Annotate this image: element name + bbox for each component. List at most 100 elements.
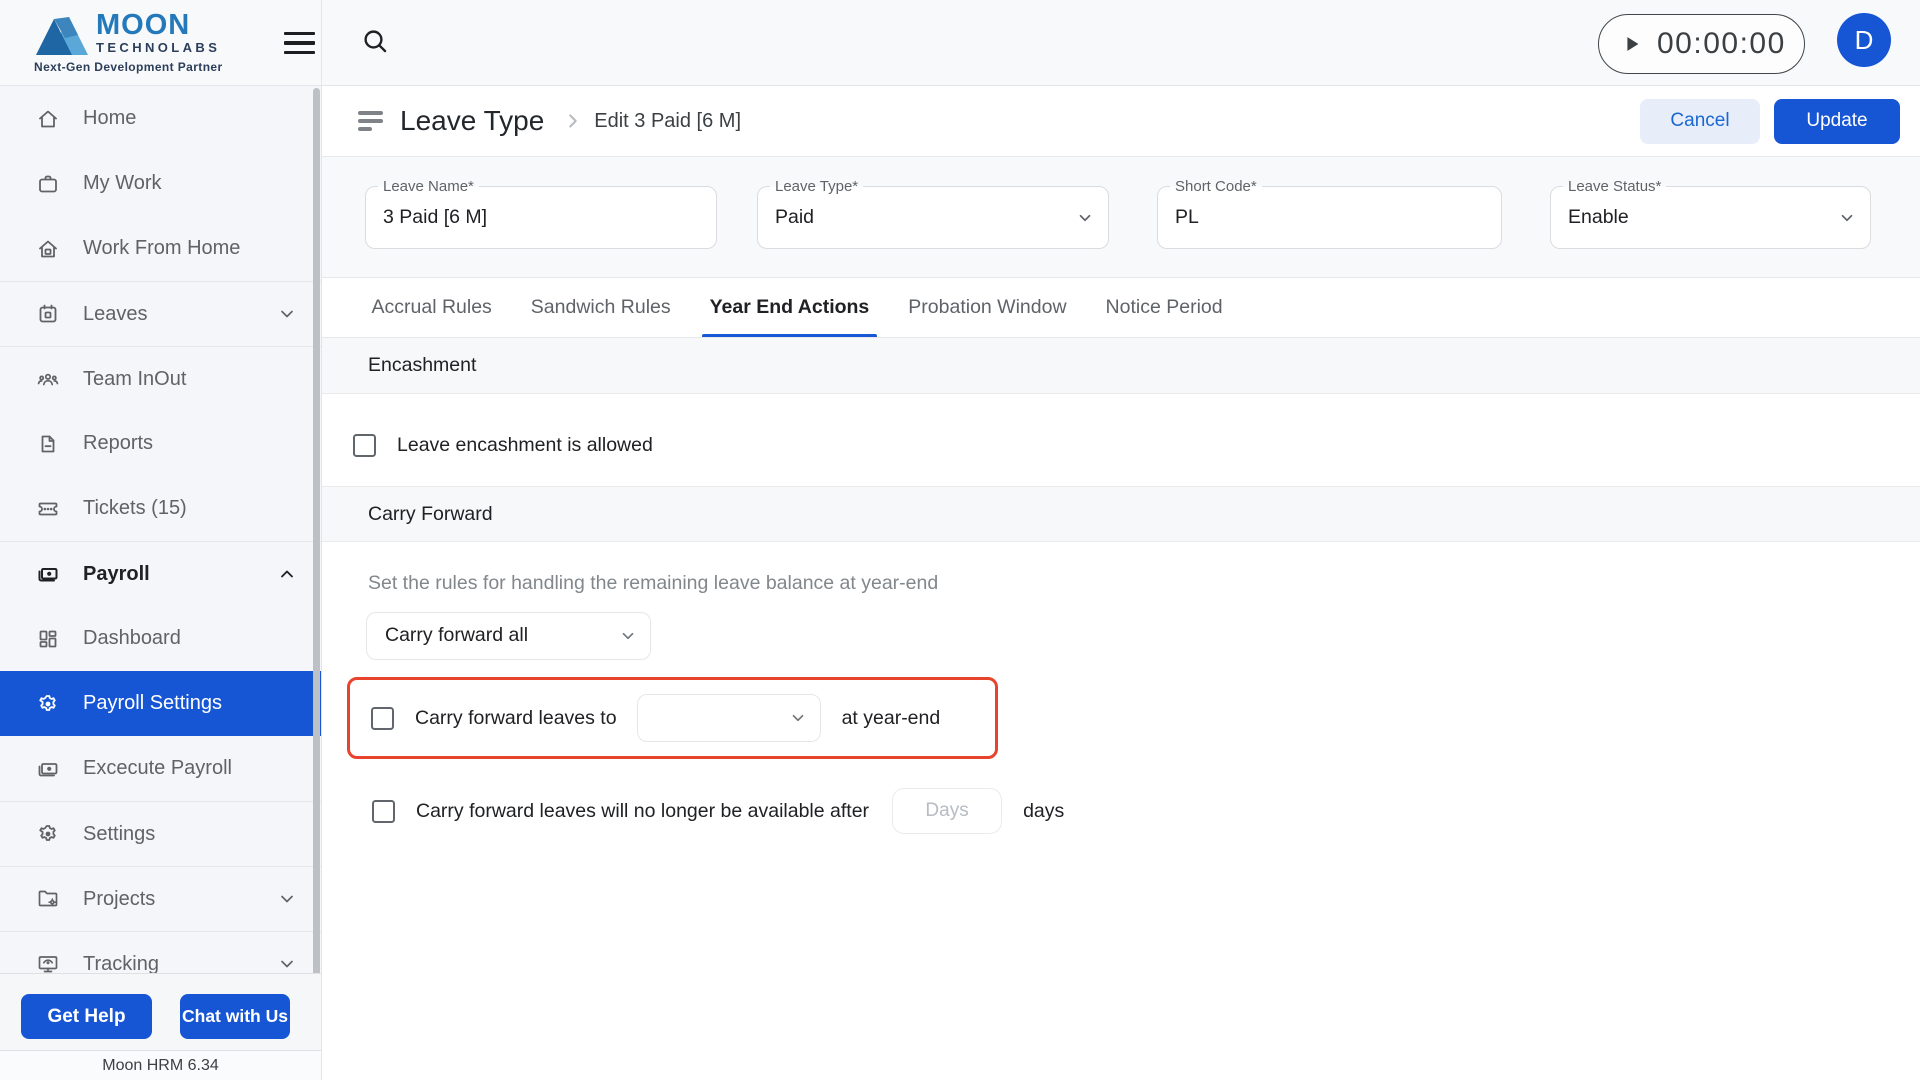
encashment-section-heading: Encashment	[322, 338, 1920, 394]
sidebar-item-home[interactable]: Home	[0, 86, 321, 151]
chevron-down-icon	[277, 889, 297, 909]
cancel-button[interactable]: Cancel	[1640, 98, 1760, 144]
sidebar-item-label: Work From Home	[83, 237, 241, 259]
carry-forward-mode-select[interactable]: Carry forward all	[366, 612, 651, 660]
sidebar-scrollbar[interactable]	[313, 88, 320, 980]
sidebar-item-label: Leaves	[83, 302, 148, 325]
carry-forward-section-heading: Carry Forward	[322, 486, 1920, 542]
sidebar-item-my-work[interactable]: My Work	[0, 151, 321, 216]
sidebar-item-label: My Work	[83, 172, 162, 194]
hamburger-menu-icon[interactable]	[284, 32, 315, 54]
timer-widget[interactable]: 00:00:00	[1598, 14, 1805, 74]
top-bar: MOON TECHNOLABS Next-Gen Development Par…	[0, 0, 1920, 86]
tab-sandwich-rules[interactable]: Sandwich Rules	[511, 278, 690, 337]
app-version: Moon HRM 6.34	[0, 1050, 321, 1080]
chevron-down-icon	[277, 304, 297, 324]
logo-mountain-icon	[34, 7, 90, 57]
get-help-button[interactable]: Get Help	[21, 994, 152, 1039]
sidebar-item-leaves[interactable]: Leaves	[0, 281, 321, 346]
gear-icon	[36, 822, 60, 846]
leave-form-band: Leave Name* 3 Paid [6 M] Leave Type* Pai…	[322, 157, 1920, 278]
leave-type-select[interactable]: Leave Type* Paid	[757, 178, 1109, 249]
carry-forward-to-highlight-box: Carry forward leaves to at year-end	[347, 677, 998, 759]
home-icon	[36, 107, 60, 131]
calendar-icon	[36, 302, 60, 326]
sidebar-item-projects[interactable]: Projects	[0, 866, 321, 931]
sidebar-item-team-inout[interactable]: Team InOut	[0, 346, 321, 411]
chevron-down-icon	[1838, 209, 1856, 227]
encashment-allowed-row: Leave encashment is allowed	[353, 434, 653, 457]
leave-type-value: Paid	[775, 206, 815, 228]
brand-tagline: Next-Gen Development Partner	[34, 60, 223, 74]
breadcrumb-chevron-icon	[562, 110, 584, 132]
dashboard-icon	[36, 627, 60, 651]
page-header: Leave Type Edit 3 Paid [6 M] Cancel Upda…	[322, 86, 1920, 157]
sidebar-item-label: Payroll Settings	[83, 692, 222, 714]
sidebar-item-label: Tickets (15)	[83, 497, 187, 519]
chevron-down-icon	[1076, 209, 1094, 227]
leave-type-tabs: Accrual Rules Sandwich Rules Year End Ac…	[322, 278, 1920, 338]
main-content: Leave Type Edit 3 Paid [6 M] Cancel Upda…	[322, 86, 1920, 1080]
carry-forward-to-select[interactable]	[636, 694, 821, 742]
report-icon	[36, 432, 60, 456]
days-input[interactable]	[892, 788, 1003, 834]
tab-notice-period[interactable]: Notice Period	[1086, 278, 1242, 337]
sidebar-item-dashboard[interactable]: Dashboard	[0, 606, 321, 671]
top-bar-brand-area: MOON TECHNOLABS Next-Gen Development Par…	[0, 0, 322, 86]
search-icon[interactable]	[360, 26, 394, 60]
sidebar-item-label: Team InOut	[83, 367, 187, 390]
sidebar-item-label: Excecute Payroll	[83, 757, 232, 779]
encashment-allowed-label: Leave encashment is allowed	[397, 434, 653, 456]
carry-forward-expiry-label: Carry forward leaves will no longer be a…	[416, 799, 870, 822]
home-office-icon	[36, 237, 60, 261]
payroll-icon	[36, 562, 60, 586]
leave-type-list-icon	[358, 111, 384, 131]
sidebar-item-label: Payroll	[83, 562, 150, 585]
play-icon[interactable]	[1621, 32, 1643, 56]
breadcrumb-current: Edit 3 Paid [6 M]	[594, 109, 742, 132]
payroll-icon	[36, 757, 60, 781]
leave-name-value: 3 Paid [6 M]	[383, 206, 488, 228]
tab-accrual-rules[interactable]: Accrual Rules	[352, 278, 511, 337]
sidebar-nav: Home My Work Work From Home Leaves Team …	[0, 86, 322, 1080]
ticket-icon	[36, 497, 60, 521]
chevron-down-icon	[619, 627, 637, 645]
short-code-value: PL	[1175, 206, 1199, 228]
sidebar-footer: Get Help Chat with Us Moon HRM 6.34	[0, 973, 321, 1080]
short-code-field[interactable]: Short Code* PL	[1157, 178, 1502, 249]
moon-technolabs-logo: MOON TECHNOLABS Next-Gen Development Par…	[34, 7, 223, 74]
sidebar-item-payroll[interactable]: Payroll	[0, 541, 321, 606]
sidebar-item-payroll-settings[interactable]: Payroll Settings	[0, 671, 321, 736]
projects-icon	[36, 887, 60, 911]
carry-forward-expiry-row: Carry forward leaves will no longer be a…	[372, 788, 1064, 834]
brand-name: MOON	[96, 9, 191, 41]
days-suffix-label: days	[1023, 799, 1065, 822]
chevron-down-icon	[277, 954, 297, 974]
encashment-allowed-checkbox[interactable]	[353, 434, 376, 457]
sidebar-item-execute-payroll[interactable]: Excecute Payroll	[0, 736, 321, 801]
user-avatar[interactable]: D	[1837, 13, 1891, 67]
carry-forward-description: Set the rules for handling the remaining…	[368, 572, 939, 594]
brand-sub-name: TECHNOLABS	[96, 40, 221, 55]
briefcase-icon	[36, 172, 60, 196]
sidebar-item-settings[interactable]: Settings	[0, 801, 321, 866]
carry-forward-to-checkbox[interactable]	[371, 706, 394, 730]
leave-status-select[interactable]: Leave Status* Enable	[1550, 178, 1871, 249]
sidebar-item-work-from-home[interactable]: Work From Home	[0, 216, 321, 281]
leave-name-field[interactable]: Leave Name* 3 Paid [6 M]	[365, 178, 717, 249]
tab-probation-window[interactable]: Probation Window	[889, 278, 1086, 337]
chevron-down-icon	[789, 709, 807, 727]
update-button[interactable]: Update	[1774, 98, 1900, 144]
carry-forward-mode-value: Carry forward all	[385, 624, 529, 646]
carry-forward-expiry-checkbox[interactable]	[372, 799, 395, 823]
page-title[interactable]: Leave Type	[400, 105, 544, 137]
carry-forward-to-label: Carry forward leaves to	[415, 706, 617, 729]
chat-with-us-button[interactable]: Chat with Us	[180, 994, 290, 1039]
sidebar-item-tickets[interactable]: Tickets (15)	[0, 476, 321, 541]
chevron-up-icon	[277, 564, 297, 584]
sidebar-item-reports[interactable]: Reports	[0, 411, 321, 476]
tab-year-end-actions[interactable]: Year End Actions	[690, 278, 889, 337]
sidebar-item-label: Projects	[83, 887, 156, 910]
at-year-end-label: at year-end	[841, 706, 941, 729]
leave-status-value: Enable	[1568, 206, 1629, 228]
